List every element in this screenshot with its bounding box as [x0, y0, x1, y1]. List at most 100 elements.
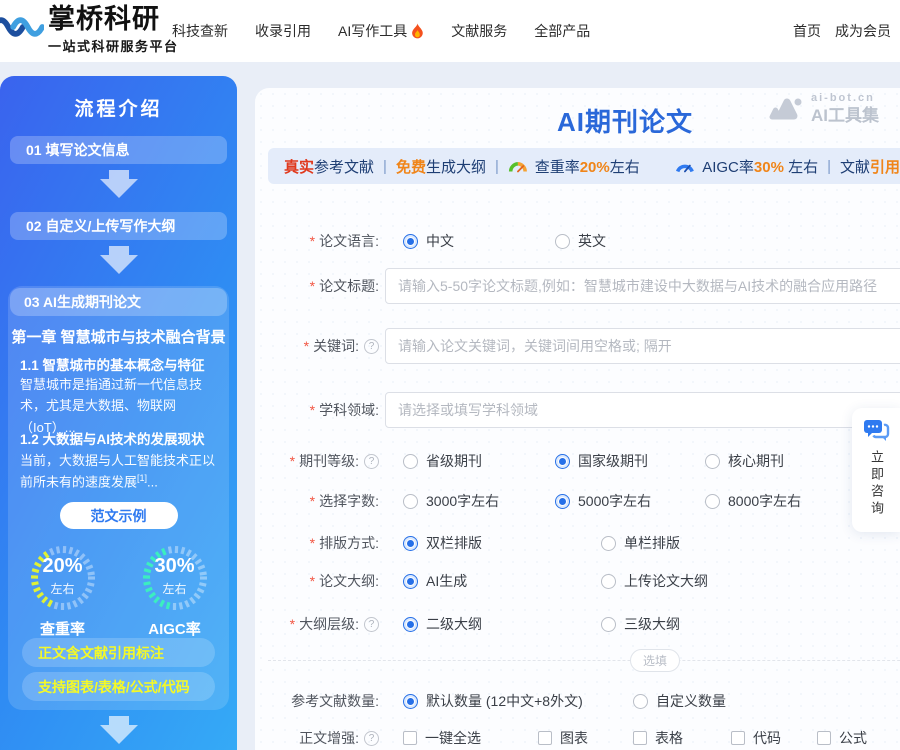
page: 掌桥科研 一站式科研服务平台 科技查新 收录引用 AI写作工具 文献服务 全部产…	[0, 0, 900, 750]
process-sidebar: 流程介绍 01 填写论文信息 02 自定义/上传写作大纲 03 AI生成期刊论文…	[0, 76, 237, 750]
duplicate-rate-gauge: 20% 左右 查重率	[20, 542, 106, 639]
gauge-ticks-icon	[139, 542, 211, 614]
subject-field-input[interactable]	[385, 392, 900, 428]
nav-ai-writing-tools[interactable]: AI写作工具	[338, 21, 424, 41]
form-row-language: *论文语言: 中文 英文	[255, 230, 900, 252]
form-row-outline-source: *论文大纲: AI生成 上传论文大纲	[255, 570, 900, 592]
sample-paper-button[interactable]: 范文示例	[60, 502, 178, 529]
checkbox-icon	[633, 731, 647, 745]
form-row-layout: *排版方式: 双栏排版 单栏排版	[255, 532, 900, 554]
user-nav: 首页 成为会员 我	[793, 0, 900, 62]
radio-core-journal[interactable]: 核心期刊	[705, 451, 784, 471]
radio-three-level-outline[interactable]: 三级大纲	[601, 614, 680, 634]
radio-icon	[705, 494, 720, 509]
help-icon[interactable]: ?	[364, 731, 379, 746]
radio-one-column[interactable]: 单栏排版	[601, 533, 680, 553]
radio-icon	[601, 617, 616, 632]
radio-icon	[601, 536, 616, 551]
radio-two-level-outline[interactable]: 二级大纲	[403, 614, 601, 634]
help-icon[interactable]: ?	[364, 339, 379, 354]
flame-icon	[411, 23, 424, 39]
radio-icon	[403, 454, 418, 469]
radio-english[interactable]: 英文	[555, 231, 606, 251]
radio-5000-words[interactable]: 5000字左右	[555, 491, 705, 511]
checkbox-select-all[interactable]: 一键全选	[403, 728, 538, 748]
help-icon[interactable]: ?	[364, 454, 379, 469]
form-row-word-count: *选择字数: 3000字左右 5000字左右 8000字左右	[255, 490, 900, 512]
down-arrow-icon	[99, 246, 139, 276]
sidebar-title: 流程介绍	[0, 94, 237, 121]
radio-icon	[633, 694, 648, 709]
ai-journal-form-panel: ai-bot.cn AI工具集 AI期刊论文 真实参考文献 | 免费生成大纲 |…	[255, 88, 900, 750]
down-arrow-icon	[99, 170, 139, 200]
nav-tech-novelty[interactable]: 科技查新	[172, 21, 228, 41]
logo-subtitle: 一站式科研服务平台	[48, 36, 179, 55]
feature-pill-charts: 支持图表/表格/公式/代码	[22, 672, 215, 701]
checkbox-icon	[538, 731, 552, 745]
sample-section-2-title: 1.2 大数据与AI技术的发展现状	[20, 428, 219, 448]
rate-gauges: 20% 左右 查重率 30% 左右 AIGC率	[8, 542, 229, 639]
radio-icon	[555, 234, 570, 249]
radio-ai-generate-outline[interactable]: AI生成	[403, 571, 601, 591]
radio-icon	[601, 574, 616, 589]
checkbox-code[interactable]: 代码	[731, 728, 817, 748]
radio-icon	[705, 454, 720, 469]
radio-icon	[403, 694, 418, 709]
radio-icon	[555, 494, 570, 509]
radio-national-journal[interactable]: 国家级期刊	[555, 451, 705, 471]
nav-citation-index[interactable]: 收录引用	[255, 21, 311, 41]
paper-title-input[interactable]	[385, 268, 900, 304]
chat-icon	[862, 418, 890, 444]
sample-chapter-title: 第一章 智慧城市与技术融合背景	[8, 326, 229, 347]
checkbox-tables[interactable]: 表格	[633, 728, 731, 748]
form-row-journal-level: *期刊等级:? 省级期刊 国家级期刊 核心期刊	[255, 450, 900, 472]
checkbox-formula[interactable]: 公式	[817, 728, 867, 748]
radio-upload-outline[interactable]: 上传论文大纲	[601, 571, 708, 591]
down-arrow-icon	[99, 716, 139, 746]
gauge-ticks-icon	[27, 542, 99, 614]
radio-icon	[403, 234, 418, 249]
radio-provincial-journal[interactable]: 省级期刊	[403, 451, 555, 471]
radio-default-references[interactable]: 默认数量 (12中文+8外文)	[403, 691, 633, 711]
nav-all-products[interactable]: 全部产品	[534, 21, 590, 41]
optional-divider: 选填	[268, 649, 900, 671]
form-row-body-enhance: 正文增强:? 一键全选 图表 表格 代码 公式	[255, 727, 900, 749]
form-row-reference-count: 参考文献数量: 默认数量 (12中文+8外文) 自定义数量	[255, 690, 900, 712]
step-3-header: 03 AI生成期刊论文	[10, 288, 227, 316]
form-row-outline-level: *大纲层级:? 二级大纲 三级大纲	[255, 613, 900, 635]
page-title: AI期刊论文	[255, 102, 900, 139]
radio-two-column[interactable]: 双栏排版	[403, 533, 601, 553]
radio-8000-words[interactable]: 8000字左右	[705, 491, 801, 511]
logo-title: 掌桥科研	[48, 4, 179, 34]
radio-icon	[403, 574, 418, 589]
feature-pill-citation: 正文含文献引用标注	[22, 638, 215, 667]
mini-gauge-icon	[508, 159, 528, 174]
sample-section-2-text: 当前，大数据与人工智能技术正以前所未有的速度发展[1]...	[20, 450, 219, 493]
radio-3000-words[interactable]: 3000字左右	[403, 491, 555, 511]
nav-home[interactable]: 首页	[793, 21, 821, 41]
form-row-subject: *学科领域:	[255, 392, 900, 428]
top-header: 掌桥科研 一站式科研服务平台 科技查新 收录引用 AI写作工具 文献服务 全部产…	[0, 0, 900, 62]
radio-icon	[555, 454, 570, 469]
step-2-card: 02 自定义/上传写作大纲	[10, 212, 227, 240]
aigc-rate-gauge: 30% 左右 AIGC率	[132, 542, 218, 639]
consult-widget[interactable]: 立即咨询	[852, 408, 900, 532]
checkbox-icon	[817, 731, 831, 745]
radio-icon	[403, 494, 418, 509]
nav-literature-service[interactable]: 文献服务	[451, 21, 507, 41]
help-icon[interactable]: ?	[364, 617, 379, 632]
keywords-input[interactable]	[385, 328, 900, 364]
radio-icon	[403, 617, 418, 632]
main-nav: 科技查新 收录引用 AI写作工具 文献服务 全部产品	[172, 0, 590, 62]
nav-become-member[interactable]: 成为会员	[835, 21, 891, 41]
infinity-logo-icon	[0, 10, 44, 44]
form-row-title: *论文标题:	[255, 268, 900, 304]
checkbox-icon	[731, 731, 745, 745]
mini-gauge-icon	[675, 159, 695, 174]
checkbox-charts[interactable]: 图表	[538, 728, 633, 748]
sample-section-1-title: 1.1 智慧城市的基本概念与特征	[20, 354, 219, 374]
radio-chinese[interactable]: 中文	[403, 231, 555, 251]
form-row-keywords: *关键词:?	[255, 328, 900, 364]
radio-custom-references[interactable]: 自定义数量	[633, 691, 726, 711]
logo[interactable]: 掌桥科研 一站式科研服务平台	[0, 4, 179, 55]
